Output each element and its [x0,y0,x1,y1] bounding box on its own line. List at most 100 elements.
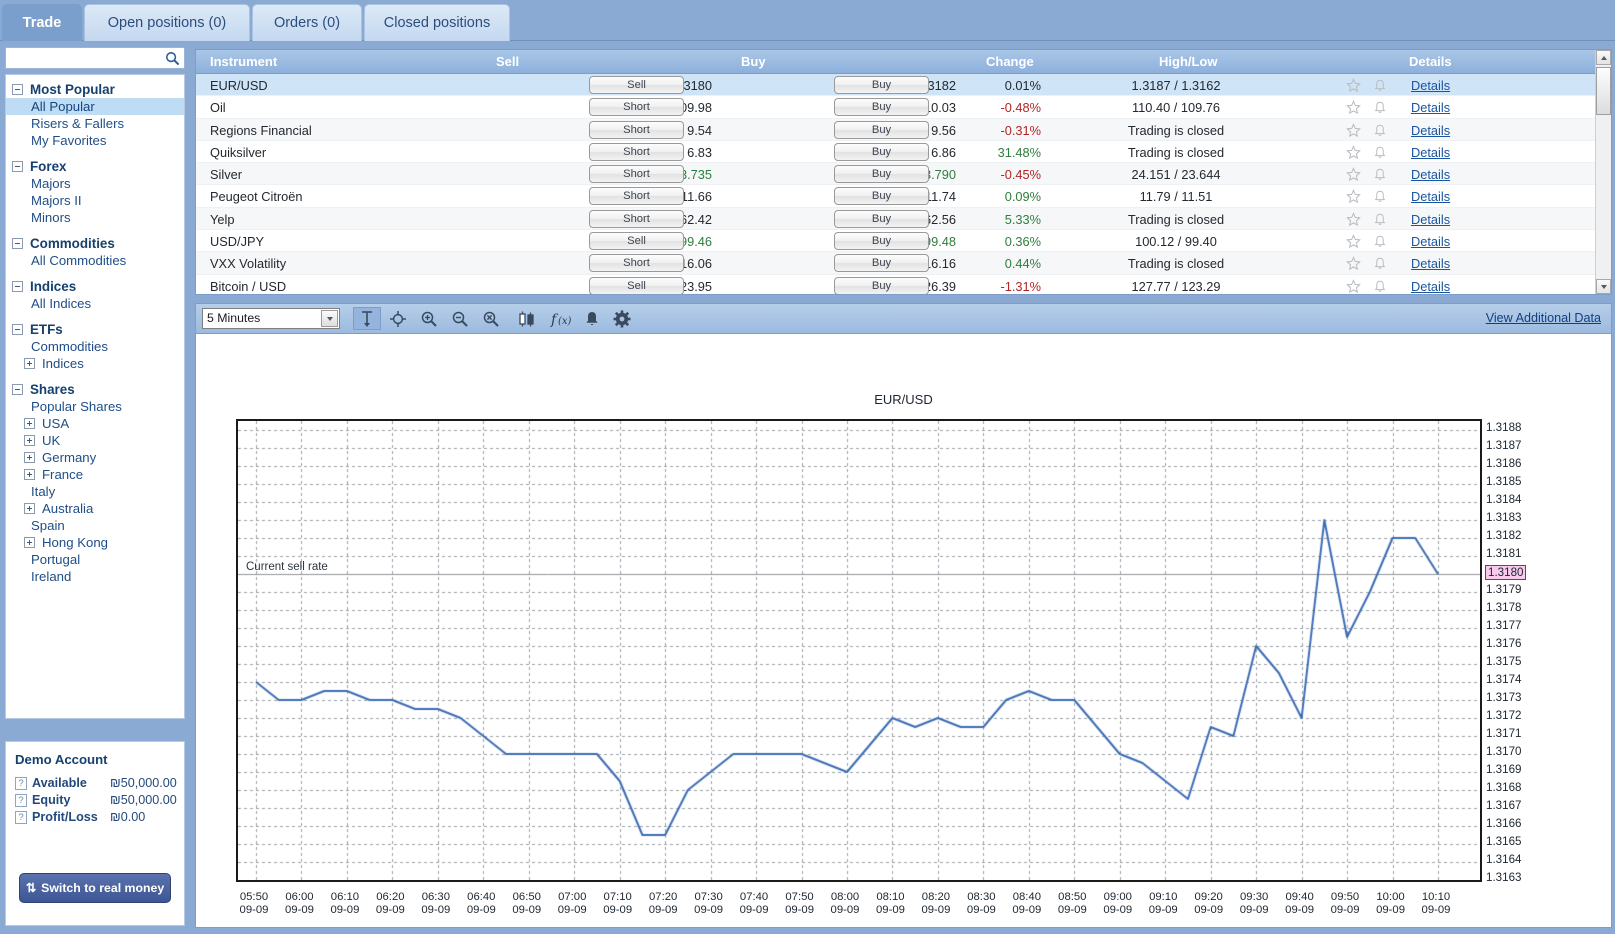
buy-button[interactable]: Buy [834,232,929,251]
details-link[interactable]: Details [1411,189,1450,204]
crosshair-vertical-tool[interactable] [353,307,381,330]
minus-icon[interactable] [12,324,23,335]
help-icon[interactable]: ? [15,810,27,824]
zoom-in-tool[interactable] [415,307,443,330]
details-link[interactable]: Details [1411,123,1450,138]
search-icon[interactable] [165,51,180,66]
buy-button[interactable]: Buy [834,98,929,117]
details-link[interactable]: Details [1411,78,1450,93]
scroll-up-button[interactable] [1596,50,1611,65]
quote-row[interactable]: Quiksilver 6.83 Short 6.86 Buy 31.48% Trading … [196,141,1611,164]
quote-row[interactable]: Peugeot Citroën 11.66 Short 11.74 Buy 0.09% 11… [196,185,1611,208]
plus-icon[interactable] [24,358,35,369]
favorite-star-icon[interactable] [1346,256,1361,274]
plus-icon[interactable] [24,469,35,480]
sidebar-item[interactable]: USA [6,415,184,432]
quote-row[interactable]: Bitcoin / USD 123.95 Sell 126.39 Buy -1.31% 12… [196,275,1611,294]
sell-button[interactable]: Short [589,209,684,228]
alert-bell-icon[interactable] [1373,279,1387,294]
sidebar-item[interactable]: Majors [6,175,184,192]
sidebar-item[interactable]: Portugal [6,551,184,568]
sidebar-group-header[interactable]: Shares [6,381,184,398]
favorite-star-icon[interactable] [1346,167,1361,185]
minus-icon[interactable] [12,384,23,395]
tab-trade[interactable]: Trade [2,4,82,41]
favorite-star-icon[interactable] [1346,78,1361,96]
alert-bell-icon[interactable] [1373,123,1387,141]
search-input[interactable] [6,48,184,68]
details-link[interactable]: Details [1411,279,1450,294]
timeframe-select[interactable]: 5 Minutes [202,308,340,329]
sidebar-item[interactable]: Germany [6,449,184,466]
sidebar-item[interactable]: Australia [6,500,184,517]
alert-bell-icon[interactable] [1373,145,1387,163]
tab-closed-positions[interactable]: Closed positions [364,4,510,41]
favorite-star-icon[interactable] [1346,234,1361,252]
plus-icon[interactable] [24,503,35,514]
switch-to-real-money-button[interactable]: ⇅ Switch to real money [19,873,171,903]
alert-bell-icon[interactable] [1373,167,1387,185]
details-link[interactable]: Details [1411,212,1450,227]
column-header-instrument[interactable]: Instrument [210,54,277,69]
sidebar-item[interactable]: Popular Shares [6,398,184,415]
candlestick-tool[interactable] [511,307,543,330]
sidebar-item[interactable]: Minors [6,209,184,226]
sell-button[interactable]: Short [589,165,684,184]
buy-button[interactable]: Buy [834,276,929,294]
sidebar-item[interactable]: Indices [6,355,184,372]
column-header-buy[interactable]: Buy [741,54,766,69]
alert-bell-icon[interactable] [1373,189,1387,207]
sidebar-item[interactable]: Commodities [6,338,184,355]
favorite-star-icon[interactable] [1346,122,1361,141]
sidebar-item[interactable]: Spain [6,517,184,534]
sidebar-group-header[interactable]: Indices [6,278,184,295]
settings-gear-tool[interactable] [608,307,636,330]
column-header-highlow[interactable]: High/Low [1159,54,1218,69]
tab-orders[interactable]: Orders (0) [252,4,362,41]
quote-row[interactable]: Silver 23.735 Short 23.790 Buy -0.45% 24.151 /… [196,163,1611,186]
sidebar-item[interactable]: My Favorites [6,132,184,149]
buy-button[interactable]: Buy [834,120,929,139]
quote-row[interactable]: Oil 109.98 Short 110.03 Buy -0.48% 110.40 / 10… [196,96,1611,119]
column-header-details[interactable]: Details [1409,54,1452,69]
sidebar-item[interactable]: Ireland [6,568,184,585]
view-additional-data-link[interactable]: View Additional Data [1486,311,1601,325]
minus-icon[interactable] [12,161,23,172]
sell-button[interactable]: Short [589,187,684,206]
zoom-out-tool[interactable] [446,307,474,330]
favorite-star-icon[interactable] [1346,211,1361,230]
plus-icon[interactable] [24,435,35,446]
buy-button[interactable]: Buy [834,209,929,228]
sidebar-group-header[interactable]: Most Popular [6,81,184,98]
sidebar-group-header[interactable]: Commodities [6,235,184,252]
sell-button[interactable]: Sell [589,276,684,294]
alert-bell-tool[interactable] [578,307,606,330]
details-link[interactable]: Details [1411,100,1450,115]
buy-button[interactable]: Buy [834,254,929,273]
chevron-down-icon[interactable] [321,310,338,327]
sidebar-item[interactable]: Majors II [6,192,184,209]
help-icon[interactable]: ? [15,793,27,807]
sell-button[interactable]: Short [589,120,684,139]
quote-row[interactable]: USD/JPY 99.46 Sell 99.48 Buy 0.36% 100.12 / 99… [196,230,1611,253]
quote-row[interactable]: Regions Financial 9.54 Short 9.56 Buy -0.31% T… [196,118,1611,141]
sell-button[interactable]: Short [589,98,684,117]
buy-button[interactable]: Buy [834,76,929,94]
plus-icon[interactable] [24,418,35,429]
sidebar-item[interactable]: UK [6,432,184,449]
sidebar-item[interactable]: Risers & Fallers [6,115,184,132]
quote-row[interactable]: VXX Volatility 16.06 Short 16.16 Buy 0.44% Tra… [196,252,1611,275]
chart-plot-area[interactable]: Current sell rate [236,419,1482,882]
favorite-star-icon[interactable] [1346,100,1361,118]
buy-button[interactable]: Buy [834,187,929,206]
quotes-scrollbar[interactable] [1595,50,1611,294]
scroll-down-button[interactable] [1596,279,1611,294]
details-link[interactable]: Details [1411,256,1450,271]
scrollbar-thumb[interactable] [1596,67,1611,115]
details-link[interactable]: Details [1411,145,1450,160]
sidebar-item[interactable]: Italy [6,483,184,500]
sidebar-item[interactable]: France [6,466,184,483]
alert-bell-icon[interactable] [1373,100,1387,118]
sell-button[interactable]: Short [589,254,684,273]
sell-button[interactable]: Sell [589,76,684,94]
